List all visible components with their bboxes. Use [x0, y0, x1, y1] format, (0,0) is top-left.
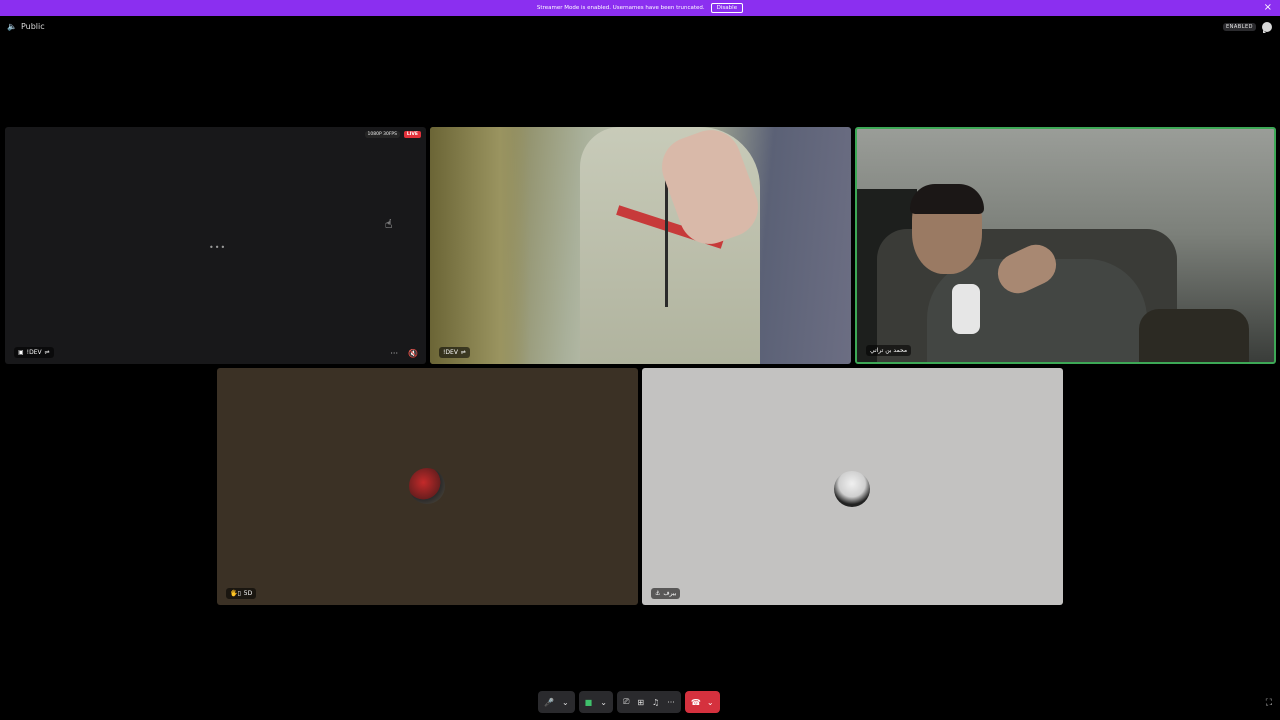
- camera-icon[interactable]: ■: [585, 698, 593, 707]
- tile-name-label: ▣ !DEV ⇌: [14, 347, 54, 358]
- disable-streamer-mode-button[interactable]: Disable: [710, 3, 744, 13]
- stream-quality-badge: 1080P 30FPS: [364, 131, 400, 138]
- signal-icon: ⇌: [44, 349, 50, 356]
- microphone-icon[interactable]: 🎤: [544, 698, 554, 707]
- close-banner-icon[interactable]: ×: [1264, 2, 1272, 14]
- sofa-shape: [1139, 309, 1249, 362]
- person-hair: [910, 184, 984, 214]
- volume-mute-icon[interactable]: 🔇: [408, 349, 418, 358]
- participant-name: 5D: [243, 590, 253, 597]
- tile-name-label: !DEV ⇌: [439, 347, 470, 358]
- video-tile-camera-2[interactable]: محمد بن تراتي: [855, 127, 1276, 364]
- fullscreen-icon[interactable]: ⛶: [1266, 698, 1272, 708]
- signal-icon: ⇌: [460, 349, 466, 356]
- screen-share-icon[interactable]: ⎚: [623, 697, 629, 707]
- tile-name-label: 🖐▯ 5D: [226, 588, 257, 599]
- camera-control[interactable]: ■ ⌄: [578, 691, 613, 713]
- background-wood: [430, 127, 530, 364]
- more-options-icon[interactable]: ···: [390, 349, 398, 358]
- loading-indicator: •••: [209, 243, 227, 252]
- chevron-down-icon[interactable]: ⌄: [562, 698, 569, 707]
- participant-name: بيرف: [663, 590, 677, 597]
- call-control-bar: 🎤 ⌄ ■ ⌄ ⎚ ⊞ ♫ ··· ☎ ⌄: [538, 691, 720, 713]
- chat-bubble-icon[interactable]: [1262, 22, 1272, 33]
- chevron-down-icon[interactable]: ⌄: [600, 698, 607, 707]
- video-tile-camera-1[interactable]: !DEV ⇌: [430, 127, 851, 364]
- top-right-controls: ENABLED: [1222, 22, 1272, 33]
- participant-avatar: [409, 468, 445, 504]
- activities-icon[interactable]: ⊞: [637, 698, 644, 707]
- streamer-mode-text: Streamer Mode is enabled. Usernames have…: [536, 5, 705, 11]
- participant-status-icon: 🖐▯: [230, 590, 241, 597]
- participant-name: !DEV: [443, 349, 458, 356]
- participant-status-icon: ⚓: [655, 590, 661, 597]
- video-tile-stream[interactable]: 1080P 30FPS LIVE ••• ☝ ▣ !DEV ⇌ ··· 🔇: [5, 127, 426, 364]
- microphone-shape: [952, 284, 980, 334]
- disconnect-button[interactable]: ☎ ⌄: [684, 691, 720, 713]
- tile-name-label: محمد بن تراتي: [866, 345, 912, 356]
- chevron-down-icon[interactable]: ⌄: [707, 698, 714, 707]
- soundboard-icon[interactable]: ♫: [652, 698, 659, 707]
- mouse-pointer-icon: ☝: [385, 217, 393, 231]
- channel-privacy: 🔈 Public: [7, 22, 45, 31]
- more-icon[interactable]: ···: [667, 698, 675, 707]
- video-tile-avatar-2[interactable]: ⚓ بيرف: [642, 368, 1063, 605]
- video-tile-avatar-1[interactable]: 🖐▯ 5D: [217, 368, 638, 605]
- activity-controls: ⎚ ⊞ ♫ ···: [616, 691, 681, 713]
- participant-name: !DEV: [26, 349, 42, 356]
- live-badge: LIVE: [403, 131, 421, 138]
- participant-name: محمد بن تراتي: [870, 347, 908, 354]
- screen-share-icon: ▣: [18, 349, 24, 356]
- enabled-badge[interactable]: ENABLED: [1222, 23, 1256, 31]
- participant-avatar: [834, 471, 870, 507]
- tile-name-label: ⚓ بيرف: [651, 588, 681, 599]
- streamer-mode-banner: Streamer Mode is enabled. Usernames have…: [0, 0, 1280, 16]
- hang-up-icon[interactable]: ☎: [691, 698, 701, 707]
- mic-control[interactable]: 🎤 ⌄: [538, 691, 575, 713]
- speaker-icon: 🔈: [7, 22, 17, 31]
- channel-privacy-label: Public: [20, 22, 45, 31]
